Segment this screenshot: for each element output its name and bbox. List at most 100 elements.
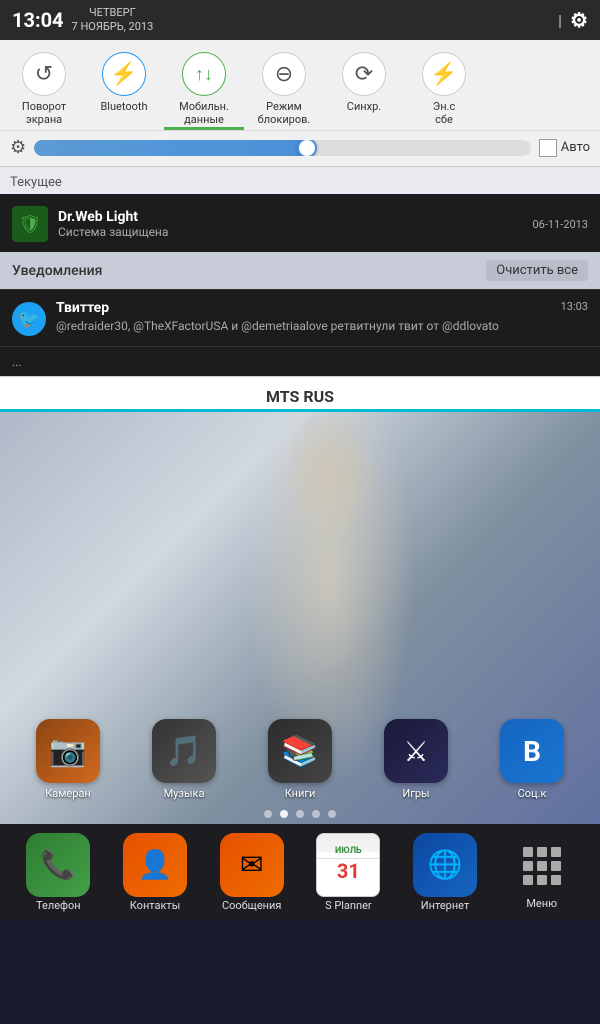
page-dot-3 [296,810,304,818]
more-notification[interactable]: ... [0,346,600,376]
qs-label-rotation: Поворотэкрана [22,100,66,126]
menu-dot [523,861,533,871]
brightness-gear-icon: ⚙ [10,137,26,158]
dock-item-contacts[interactable]: 👤 Контакты [107,833,204,912]
app-item-social[interactable]: В Соц.к [487,719,577,800]
phone-icon: 📞 [26,833,90,897]
menu-dot [523,875,533,885]
menu-dot [537,861,547,871]
contacts-label: Контакты [130,899,181,912]
notifications-header: Уведомления Очистить все [0,252,600,289]
qs-item-mobile-data[interactable]: ↑↓ Мобильн.данные [164,46,244,130]
drweb-icon: 🛡 [12,206,48,242]
menu-dot [551,847,561,857]
qs-item-bluetooth[interactable]: ⚡ Bluetooth [84,46,164,130]
qs-label-mobile-data: Мобильн.данные [179,100,229,126]
app-item-books[interactable]: 📚 Книги [255,719,345,800]
menu-dot [523,847,533,857]
dock-item-planner[interactable]: ИЮЛЬ 31 S Planner [300,833,397,912]
app-item-games[interactable]: ⚔ Игры [371,719,461,800]
signal-icon: | [558,11,562,30]
twitter-body: @redraider30, @TheXFactorUSA и @demetria… [56,318,551,335]
app-item-music[interactable]: 🎵 Музыка [139,719,229,800]
messages-label: Сообщения [222,899,281,912]
twitter-notification[interactable]: 🐦 Твиттер @redraider30, @TheXFactorUSA и… [0,289,600,346]
carrier-name: MTS RUS [266,387,334,406]
page-dot-4 [312,810,320,818]
qs-item-block-mode[interactable]: ⊖ Режимблокиров. [244,46,324,130]
menu-dot [537,875,547,885]
page-dot-5 [328,810,336,818]
clear-all-button[interactable]: Очистить все [486,260,588,281]
page-dot-2 [280,810,288,818]
twitter-text: Твиттер @redraider30, @TheXFactorUSA и @… [56,300,551,335]
menu-dot [537,847,547,857]
page-indicators [0,804,600,824]
bluetooth-icon: ⚡ [102,52,146,96]
contacts-icon: 👤 [123,833,187,897]
auto-checkbox[interactable] [539,139,557,157]
planner-icon: ИЮЛЬ 31 [316,833,380,897]
mobile-data-icon: ↑↓ [182,52,226,96]
brightness-fill [34,140,307,156]
menu-label: Меню [526,897,557,910]
dock-item-phone[interactable]: 📞 Телефон [10,833,107,912]
qs-item-sync[interactable]: ⟳ Синхр. [324,46,404,130]
menu-dot [551,861,561,871]
brightness-slider[interactable] [34,140,531,156]
qs-label-block-mode: Режимблокиров. [258,100,311,126]
dock-item-menu[interactable]: Меню [493,835,590,910]
drweb-text: Dr.Web Light Система защищена [58,209,522,239]
browser-label: Интернет [421,899,469,912]
dock-item-browser[interactable]: 🌐 Интернет [397,833,494,912]
current-section-title: Текущее [10,171,590,194]
social-icon: В [500,719,564,783]
day-label: ЧЕТВЕРГ [72,6,154,20]
music-icon: 🎵 [152,719,216,783]
dock-item-messages[interactable]: ✉ Сообщения [203,833,300,912]
app-item-camera[interactable]: 📷 Камеран [23,719,113,800]
phone-label: Телефон [36,899,81,912]
rotation-icon: ↺ [22,52,66,96]
books-label: Книги [285,787,316,800]
page-dot-1 [264,810,272,818]
qs-label-sync: Синхр. [347,100,381,113]
music-label: Музыка [164,787,205,800]
twitter-icon: 🐦 [12,302,46,336]
energy-icon: ⚡ [422,52,466,96]
menu-dot [551,875,561,885]
games-label: Игры [402,787,429,800]
clock: 13:04 [12,8,64,32]
home-screen: 📷 Камеран 🎵 Музыка 📚 Книги ⚔ Игры В Соц.… [0,412,600,824]
current-section: Текущее [0,166,600,194]
auto-brightness[interactable]: Авто [539,139,590,157]
active-indicator [164,127,244,130]
brightness-row: ⚙ Авто [0,130,600,164]
planner-label: S Planner [325,899,372,912]
auto-label: Авто [561,140,590,155]
drweb-notification[interactable]: 🛡 Dr.Web Light Система защищена 06-11-20… [0,196,600,252]
settings-icon[interactable]: ⚙ [570,8,588,32]
drweb-date: 06-11-2013 [532,218,588,231]
twitter-time: 13:03 [561,300,588,313]
social-label: Соц.к [518,787,547,800]
qs-label-energy: Эн.ссбе [433,100,455,126]
quick-settings-row: ↺ Поворотэкрана ⚡ Bluetooth ↑↓ Мобильн.д… [0,46,600,130]
qs-label-bluetooth: Bluetooth [100,100,147,113]
camera-icon: 📷 [36,719,100,783]
date-info: ЧЕТВЕРГ 7 НОЯБРЬ, 2013 [72,6,154,35]
carrier-bar: MTS RUS [0,376,600,412]
camera-label: Камеран [45,787,91,800]
qs-item-energy[interactable]: ⚡ Эн.ссбе [404,46,484,130]
dock: 📞 Телефон 👤 Контакты ✉ Сообщения ИЮЛЬ 31… [0,824,600,920]
drweb-title: Dr.Web Light [58,209,522,225]
notifications-title: Уведомления [12,263,102,279]
block-mode-icon: ⊖ [262,52,306,96]
more-notif-text: ... [12,355,22,369]
app-icons-row: 📷 Камеран 🎵 Музыка 📚 Книги ⚔ Игры В Соц.… [0,711,600,804]
menu-icon [512,835,572,895]
sync-icon: ⟳ [342,52,386,96]
books-icon: 📚 [268,719,332,783]
qs-item-rotation[interactable]: ↺ Поворотэкрана [4,46,84,130]
date-label: 7 НОЯБРЬ, 2013 [72,20,154,34]
